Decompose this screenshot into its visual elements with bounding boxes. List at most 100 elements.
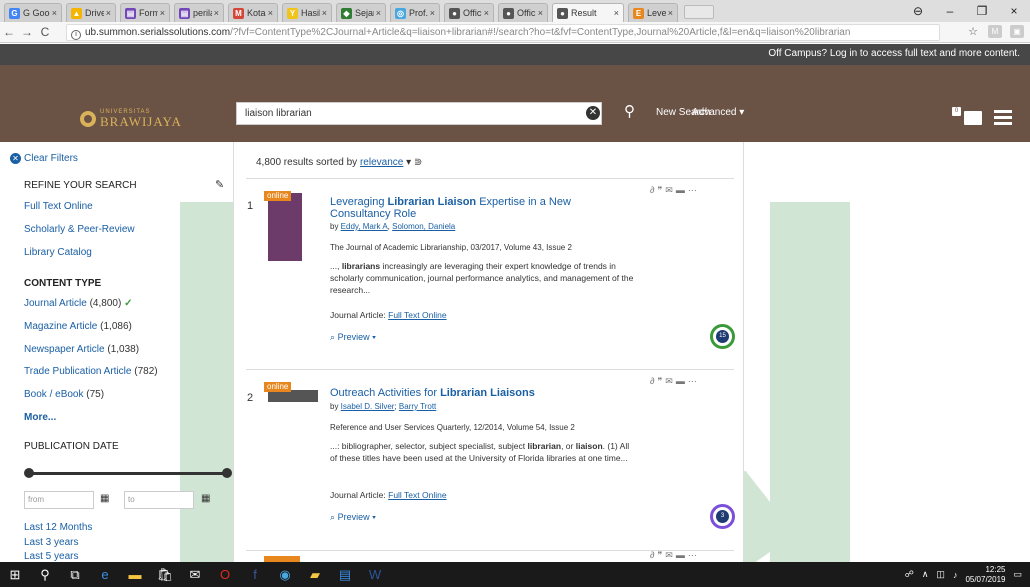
close-window-button[interactable]: × xyxy=(998,4,1030,18)
type-trade-publication[interactable]: Trade Publication Article (782) xyxy=(24,366,158,377)
date-range-slider[interactable] xyxy=(24,468,232,478)
type-journal-article[interactable]: Journal Article (4,800) ✓ xyxy=(24,298,132,309)
url-field[interactable]: i ub.summon.serialssolutions.com/?fvf=Con… xyxy=(66,24,940,41)
maximize-button[interactable]: ❐ xyxy=(966,4,998,18)
browser-tab[interactable]: GG Googl× xyxy=(4,3,62,22)
email-icon[interactable]: ✉ xyxy=(665,376,676,386)
tab-close-icon[interactable]: × xyxy=(430,8,435,18)
app-icon[interactable]: ▤ xyxy=(330,567,360,583)
windows-start-icon[interactable]: ⊞ xyxy=(0,567,30,583)
search-icon[interactable]: ⚲ xyxy=(30,567,60,583)
university-logo[interactable]: UNIVERSITAS BRAWIJAYA xyxy=(80,109,182,128)
email-icon[interactable]: ✉ xyxy=(665,185,676,195)
browser-tab[interactable]: ◆Sejara× xyxy=(336,3,386,22)
tab-close-icon[interactable]: × xyxy=(160,8,165,18)
folder-icon[interactable]: ▬ xyxy=(676,376,688,386)
tab-close-icon[interactable]: × xyxy=(614,8,619,18)
mail-icon[interactable]: ✉ xyxy=(180,567,210,583)
app-icon[interactable]: ▰ xyxy=(300,567,330,583)
browser-tab[interactable]: Y Hasil × xyxy=(282,3,332,22)
tab-close-icon[interactable]: × xyxy=(484,8,489,18)
opera-icon[interactable]: O xyxy=(210,567,240,582)
network-icon[interactable]: ◫ xyxy=(936,569,945,580)
tab-close-icon[interactable]: × xyxy=(52,8,57,18)
tab-close-icon[interactable]: × xyxy=(668,8,673,18)
browser-tab[interactable]: ▲Drive× xyxy=(66,3,116,22)
pencil-icon[interactable]: ✎ xyxy=(215,178,224,191)
type-book-ebook[interactable]: Book / eBook (75) xyxy=(24,389,104,400)
browser-tab[interactable]: ELever× xyxy=(628,3,678,22)
range-last-5-years[interactable]: Last 5 years xyxy=(24,551,78,562)
extension-m-icon[interactable]: M xyxy=(988,25,1002,38)
rss-icon[interactable]: ⋑ xyxy=(414,157,422,168)
tab-close-icon[interactable]: × xyxy=(538,8,543,18)
facebook-icon[interactable]: f xyxy=(240,567,270,582)
forward-icon[interactable]: → xyxy=(18,25,36,39)
chevron-up-icon[interactable]: ∧ xyxy=(922,569,929,580)
date-from-input[interactable]: from xyxy=(24,491,94,509)
book-cover-image[interactable] xyxy=(268,193,302,261)
calendar-icon[interactable]: ▦ xyxy=(201,493,210,504)
new-tab-button[interactable] xyxy=(684,5,714,19)
preview-toggle[interactable]: ⌕ Preview ▾ xyxy=(330,332,376,343)
task-view-icon[interactable]: ⧉ xyxy=(60,567,90,583)
slider-handle-start[interactable] xyxy=(24,468,34,478)
sort-dropdown[interactable]: relevance xyxy=(360,157,403,168)
search-input[interactable]: liaison librarian xyxy=(236,102,602,125)
author-link[interactable]: Eddy, Mark A xyxy=(341,222,388,231)
tab-close-icon[interactable]: × xyxy=(214,8,219,18)
more-types-link[interactable]: More... xyxy=(24,412,56,423)
calendar-icon[interactable]: ▦ xyxy=(100,493,109,504)
author-link[interactable]: Isabel D. Silver xyxy=(341,402,395,411)
bookmark-star-icon[interactable]: ☆ xyxy=(966,25,980,38)
altmetric-badge[interactable]: 15 xyxy=(710,324,735,349)
profile-icon[interactable]: ⊖ xyxy=(902,4,934,18)
extension-icon[interactable]: ▣ xyxy=(1010,25,1024,38)
filter-library-catalog[interactable]: Library Catalog xyxy=(24,247,92,258)
browser-tab[interactable]: ● Offici × xyxy=(444,3,494,22)
people-icon[interactable]: ☍ xyxy=(905,569,914,580)
author-link[interactable]: Solomon, Daniela xyxy=(392,222,455,231)
range-last-12-months[interactable]: Last 12 Months xyxy=(24,522,92,533)
filter-scholarly[interactable]: Scholarly & Peer-Review xyxy=(24,224,135,235)
altmetric-badge[interactable]: 3 xyxy=(710,504,735,529)
folder-icon[interactable]: ▬ xyxy=(676,185,688,195)
type-newspaper-article[interactable]: Newspaper Article (1,038) xyxy=(24,344,139,355)
chrome-icon[interactable]: ◉ xyxy=(270,567,300,583)
word-icon[interactable]: W xyxy=(360,567,390,582)
store-icon[interactable]: 🛍 xyxy=(150,567,180,583)
notifications-icon[interactable]: ▭ xyxy=(1013,569,1022,580)
info-icon[interactable]: i xyxy=(71,30,81,40)
tab-close-icon[interactable]: × xyxy=(106,8,111,18)
result-title[interactable]: Outreach Activities for Librarian Liaiso… xyxy=(330,387,535,399)
slider-handle-end[interactable] xyxy=(222,468,232,478)
full-text-link[interactable]: Full Text Online xyxy=(388,310,446,320)
file-explorer-icon[interactable]: ▬ xyxy=(120,567,150,582)
browser-tab[interactable]: MKotak× xyxy=(228,3,278,22)
author-link[interactable]: Barry Trott xyxy=(399,402,436,411)
date-to-input[interactable]: to xyxy=(124,491,194,509)
clock[interactable]: 12:25 05/07/2019 xyxy=(965,565,1005,585)
off-campus-login-link[interactable]: Off Campus? Log in to access full text a… xyxy=(768,48,1020,59)
more-icon[interactable]: ⋯ xyxy=(688,550,700,560)
browser-tab[interactable]: ▤Form× xyxy=(120,3,170,22)
search-icon[interactable]: ⚲ xyxy=(624,102,635,120)
browser-tab[interactable]: ● Offici × xyxy=(498,3,548,22)
browser-tab[interactable]: ▤perila× xyxy=(174,3,224,22)
volume-icon[interactable]: ♪ xyxy=(953,570,958,580)
folder-icon[interactable]: ▬ xyxy=(676,550,688,560)
clear-search-icon[interactable]: ✕ xyxy=(586,106,600,120)
range-last-3-years[interactable]: Last 3 years xyxy=(24,537,78,548)
tab-close-icon[interactable]: × xyxy=(376,8,381,18)
preview-toggle[interactable]: ⌕ Preview ▾ xyxy=(330,512,376,523)
advanced-search-dropdown[interactable]: Advanced ▾ xyxy=(692,107,744,118)
tab-close-icon[interactable]: × xyxy=(268,8,273,18)
saved-items-folder-icon[interactable]: 0 xyxy=(952,107,982,125)
more-icon[interactable]: ⋯ xyxy=(688,376,700,386)
edge-icon[interactable]: e xyxy=(90,567,120,582)
menu-icon[interactable] xyxy=(994,110,1012,125)
result-title[interactable]: Leveraging Librarian Liaison Expertise i… xyxy=(330,196,620,220)
email-icon[interactable]: ✉ xyxy=(665,550,676,560)
filter-full-text-online[interactable]: Full Text Online xyxy=(24,201,93,212)
minimize-button[interactable]: – xyxy=(934,4,966,18)
